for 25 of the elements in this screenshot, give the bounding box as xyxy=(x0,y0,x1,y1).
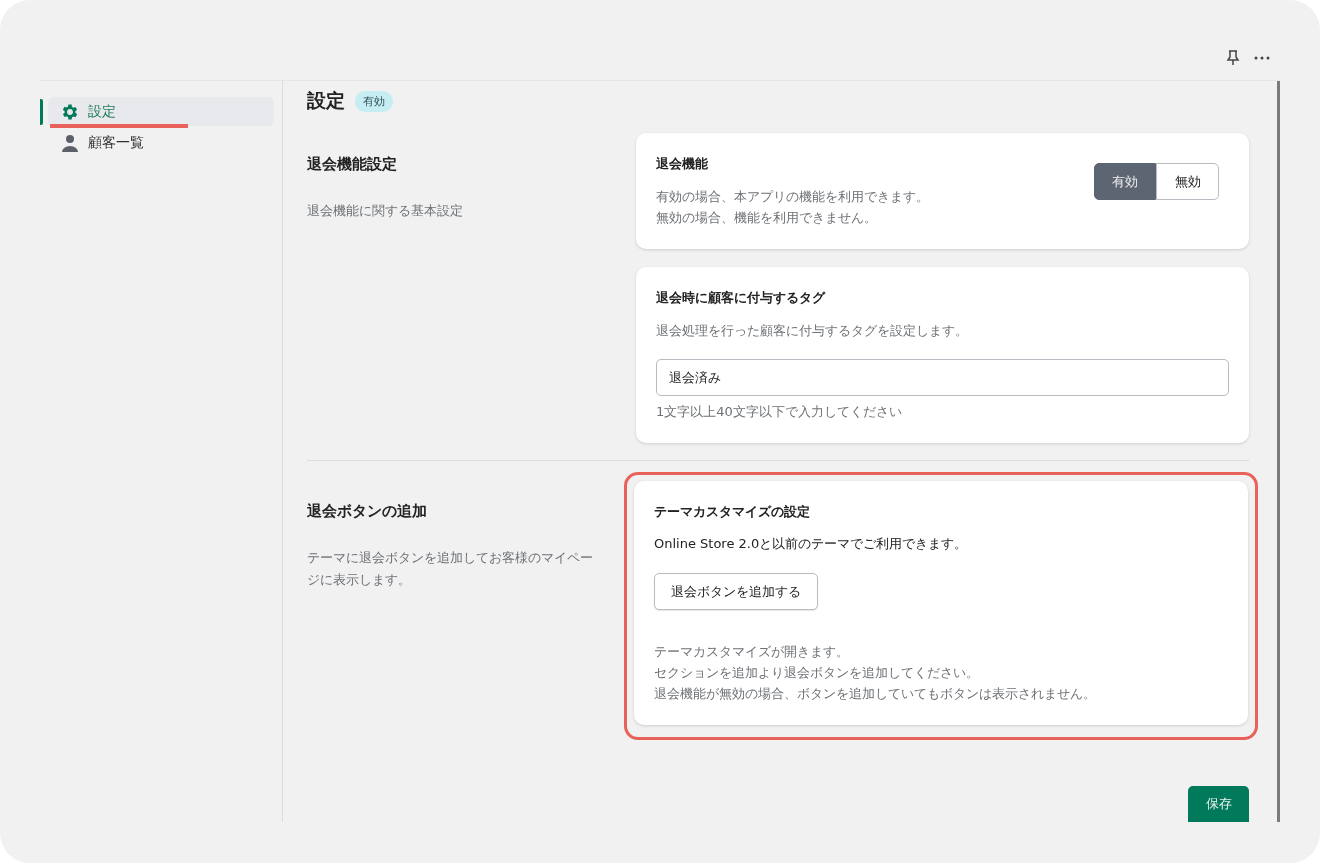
section-title: 退会ボタンの追加 xyxy=(307,502,428,522)
card-title: 退会時に顧客に付与するタグ xyxy=(656,288,827,307)
card-title: テーマカスタマイズの設定 xyxy=(654,503,811,522)
toggle-option[interactable]: 無効 xyxy=(1156,163,1219,200)
card-description: 有効の場合、本アプリの機能を利用できます。 無効の場合、機能を利用できません。 xyxy=(656,188,930,227)
input-field[interactable]: 退会済み xyxy=(656,359,1229,397)
section-description: テーマに退会ボタンを追加してお客様のマイページに表示します。 xyxy=(307,549,594,590)
card-text: Online Store 2.0と以前のテーマでご利用できます。 xyxy=(654,535,969,554)
toggle-option[interactable]: 有効 xyxy=(1094,163,1156,200)
page-title: 設定 xyxy=(307,88,345,113)
card-description: テーマカスタマイズが開きます。 セクションを追加より退会ボタンを追加してください。 退会機能が無効の場合、ボタンを追加していてもボタンは表示されません。 xyxy=(654,643,1097,703)
section-description: 退会機能に関する基本設定 xyxy=(307,202,464,220)
add-button[interactable]: 退会ボタンを追加する xyxy=(654,573,818,611)
save-button[interactable]: 保存 xyxy=(1188,786,1249,822)
sidebar-label: 顧客一覧 xyxy=(88,133,144,152)
help-text: 1文字以上40文字以下で入力してください xyxy=(656,403,903,422)
status-badge: 有効 xyxy=(355,90,393,112)
person-icon xyxy=(60,132,80,153)
pin-icon[interactable] xyxy=(1226,50,1240,66)
sidebar-label: 設定 xyxy=(88,102,116,121)
card-description: 退会処理を行った顧客に付与するタグを設定します。 xyxy=(656,321,969,340)
section-title: 退会機能設定 xyxy=(307,155,398,174)
active-indicator xyxy=(40,99,43,125)
card-title: 退会機能 xyxy=(656,155,709,173)
sidebar-item[interactable]: 顧客一覧 xyxy=(48,128,274,157)
